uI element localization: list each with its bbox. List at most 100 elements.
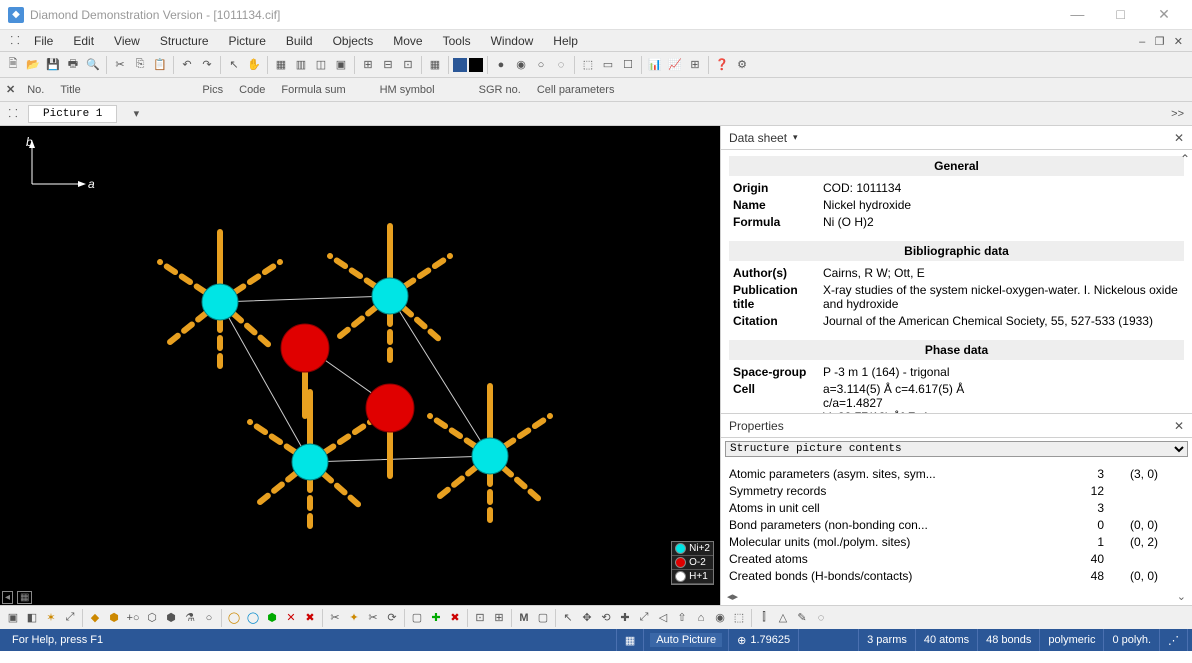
tab-overflow-icon[interactable]: >> [1171,108,1184,120]
bt-4-icon[interactable]: ⤢ [61,609,79,627]
table-icon[interactable]: ⊞ [686,56,704,74]
sphere4-icon[interactable]: ◌ [552,56,570,74]
menu-move[interactable]: Move [383,32,432,50]
bt-11-icon[interactable]: ○ [200,609,218,627]
tool-c-icon[interactable]: ◫ [312,56,330,74]
tab-new-icon[interactable]: ▾ [127,105,145,123]
bt-20-icon[interactable]: ⟳ [383,609,401,627]
bt-39-icon[interactable]: ✎ [793,609,811,627]
redo-icon[interactable]: ↷ [198,56,216,74]
maximize-button[interactable]: □ [1101,6,1141,22]
bt-26-icon[interactable]: ▢ [534,609,552,627]
col-hm[interactable]: HM symbol [374,84,441,96]
bt-38-icon[interactable]: △ [774,609,792,627]
mdi-restore-icon[interactable]: ❐ [1155,36,1165,48]
mdi-min-icon[interactable]: – [1139,36,1145,48]
col-code[interactable]: Code [233,84,271,96]
menu-structure[interactable]: Structure [150,32,219,50]
properties-close-icon[interactable]: ✕ [1174,419,1184,433]
bt-12-icon[interactable]: ◯ [225,609,243,627]
bt-1-icon[interactable]: ▣ [4,609,22,627]
bt-10-icon[interactable]: ⚗ [181,609,199,627]
datasheet-body[interactable]: ⌃ General OriginCOD: 1011134 NameNickel … [721,150,1192,413]
pointer-icon[interactable]: ↖ [225,56,243,74]
copy-icon[interactable]: ⎘ [131,56,149,74]
menu-build[interactable]: Build [276,32,323,50]
bt-30-icon[interactable]: ✚ [616,609,634,627]
color-blue-icon[interactable] [453,58,467,72]
bt-24-icon[interactable]: ⊡ [471,609,489,627]
col-cell[interactable]: Cell parameters [531,84,621,96]
open-icon[interactable]: 📂 [24,56,42,74]
tool-b-icon[interactable]: ▥ [292,56,310,74]
bt-8-icon[interactable]: ⬡ [143,609,161,627]
bt-m-icon[interactable]: M [515,609,533,627]
sphere-icon[interactable]: ● [492,56,510,74]
bt-16-icon[interactable]: ✖ [301,609,319,627]
bt-6-icon[interactable]: ⬢ [105,609,123,627]
bt-27-icon[interactable]: ↖ [559,609,577,627]
bt-34-icon[interactable]: ⌂ [692,609,710,627]
col-title[interactable]: Title [54,84,134,96]
properties-combo[interactable]: Structure picture contents [725,441,1188,457]
atom-o[interactable] [366,384,414,432]
bt-33-icon[interactable]: ⇧ [673,609,691,627]
bt-32-icon[interactable]: ◁ [654,609,672,627]
minimize-button[interactable]: — [1057,6,1097,22]
view3-icon[interactable]: ☐ [619,56,637,74]
bt-28-icon[interactable]: ✥ [578,609,596,627]
tool-f-icon[interactable]: ⊟ [379,56,397,74]
sphere2-icon[interactable]: ◉ [512,56,530,74]
bt-18-icon[interactable]: ✦ [345,609,363,627]
prop-scroll-icon[interactable]: ⌄ [1177,590,1186,603]
bt-2-icon[interactable]: ◧ [23,609,41,627]
col-sgr[interactable]: SGR no. [473,84,527,96]
bt-14-icon[interactable]: ⬢ [263,609,281,627]
col-formula[interactable]: Formula sum [275,84,351,96]
bt-15-icon[interactable]: ✕ [282,609,300,627]
menu-window[interactable]: Window [481,32,544,50]
bt-31-icon[interactable]: ⤢ [635,609,653,627]
settings-icon[interactable]: ⚙ [733,56,751,74]
menu-picture[interactable]: Picture [219,32,276,50]
status-resize-grip-icon[interactable]: ⋰ [1160,629,1188,651]
menu-objects[interactable]: Objects [323,32,384,50]
bt-35-icon[interactable]: ◉ [711,609,729,627]
viewport-3d[interactable]: b a [0,126,720,605]
bt-22-icon[interactable]: ✚ [427,609,445,627]
bt-21-icon[interactable]: ▢ [408,609,426,627]
print-icon[interactable]: 🖶 [64,56,82,74]
atom-ni[interactable] [372,278,408,314]
menu-edit[interactable]: Edit [63,32,104,50]
bt-23-icon[interactable]: ✖ [446,609,464,627]
menu-view[interactable]: View [104,32,150,50]
sphere3-icon[interactable]: ○ [532,56,550,74]
bt-3-icon[interactable]: ✶ [42,609,60,627]
bt-19-icon[interactable]: ✂ [364,609,382,627]
paste-icon[interactable]: 📋 [151,56,169,74]
view2-icon[interactable]: ▭ [599,56,617,74]
datasheet-close-icon[interactable]: ✕ [1174,131,1184,145]
bt-25-icon[interactable]: ⊞ [490,609,508,627]
atom-ni[interactable] [292,444,328,480]
datasheet-pin-icon[interactable]: ▾ [793,132,798,143]
preview-icon[interactable]: 🔍 [84,56,102,74]
col-no[interactable]: No. [21,84,50,96]
mdi-close-icon[interactable]: ✕ [1174,36,1183,48]
viewport-hscroll[interactable]: ◂▦ [0,589,34,605]
col-pics[interactable]: Pics [196,84,229,96]
bt-9-icon[interactable]: ⬢ [162,609,180,627]
menu-tools[interactable]: Tools [433,32,481,50]
tab-grip-icon[interactable]: ⸬ [4,105,22,123]
filter-close-icon[interactable]: ✕ [6,83,15,96]
color-black-icon[interactable] [469,58,483,72]
datasheet-collapse-icon[interactable]: ⌃ [1180,152,1190,166]
bt-5-icon[interactable]: ◆ [86,609,104,627]
undo-icon[interactable]: ↶ [178,56,196,74]
menu-help[interactable]: Help [543,32,588,50]
atom-ni[interactable] [202,284,238,320]
menu-file[interactable]: File [24,32,63,50]
tool-e-icon[interactable]: ⊞ [359,56,377,74]
bt-36-icon[interactable]: ⬚ [730,609,748,627]
view1-icon[interactable]: ⬚ [579,56,597,74]
